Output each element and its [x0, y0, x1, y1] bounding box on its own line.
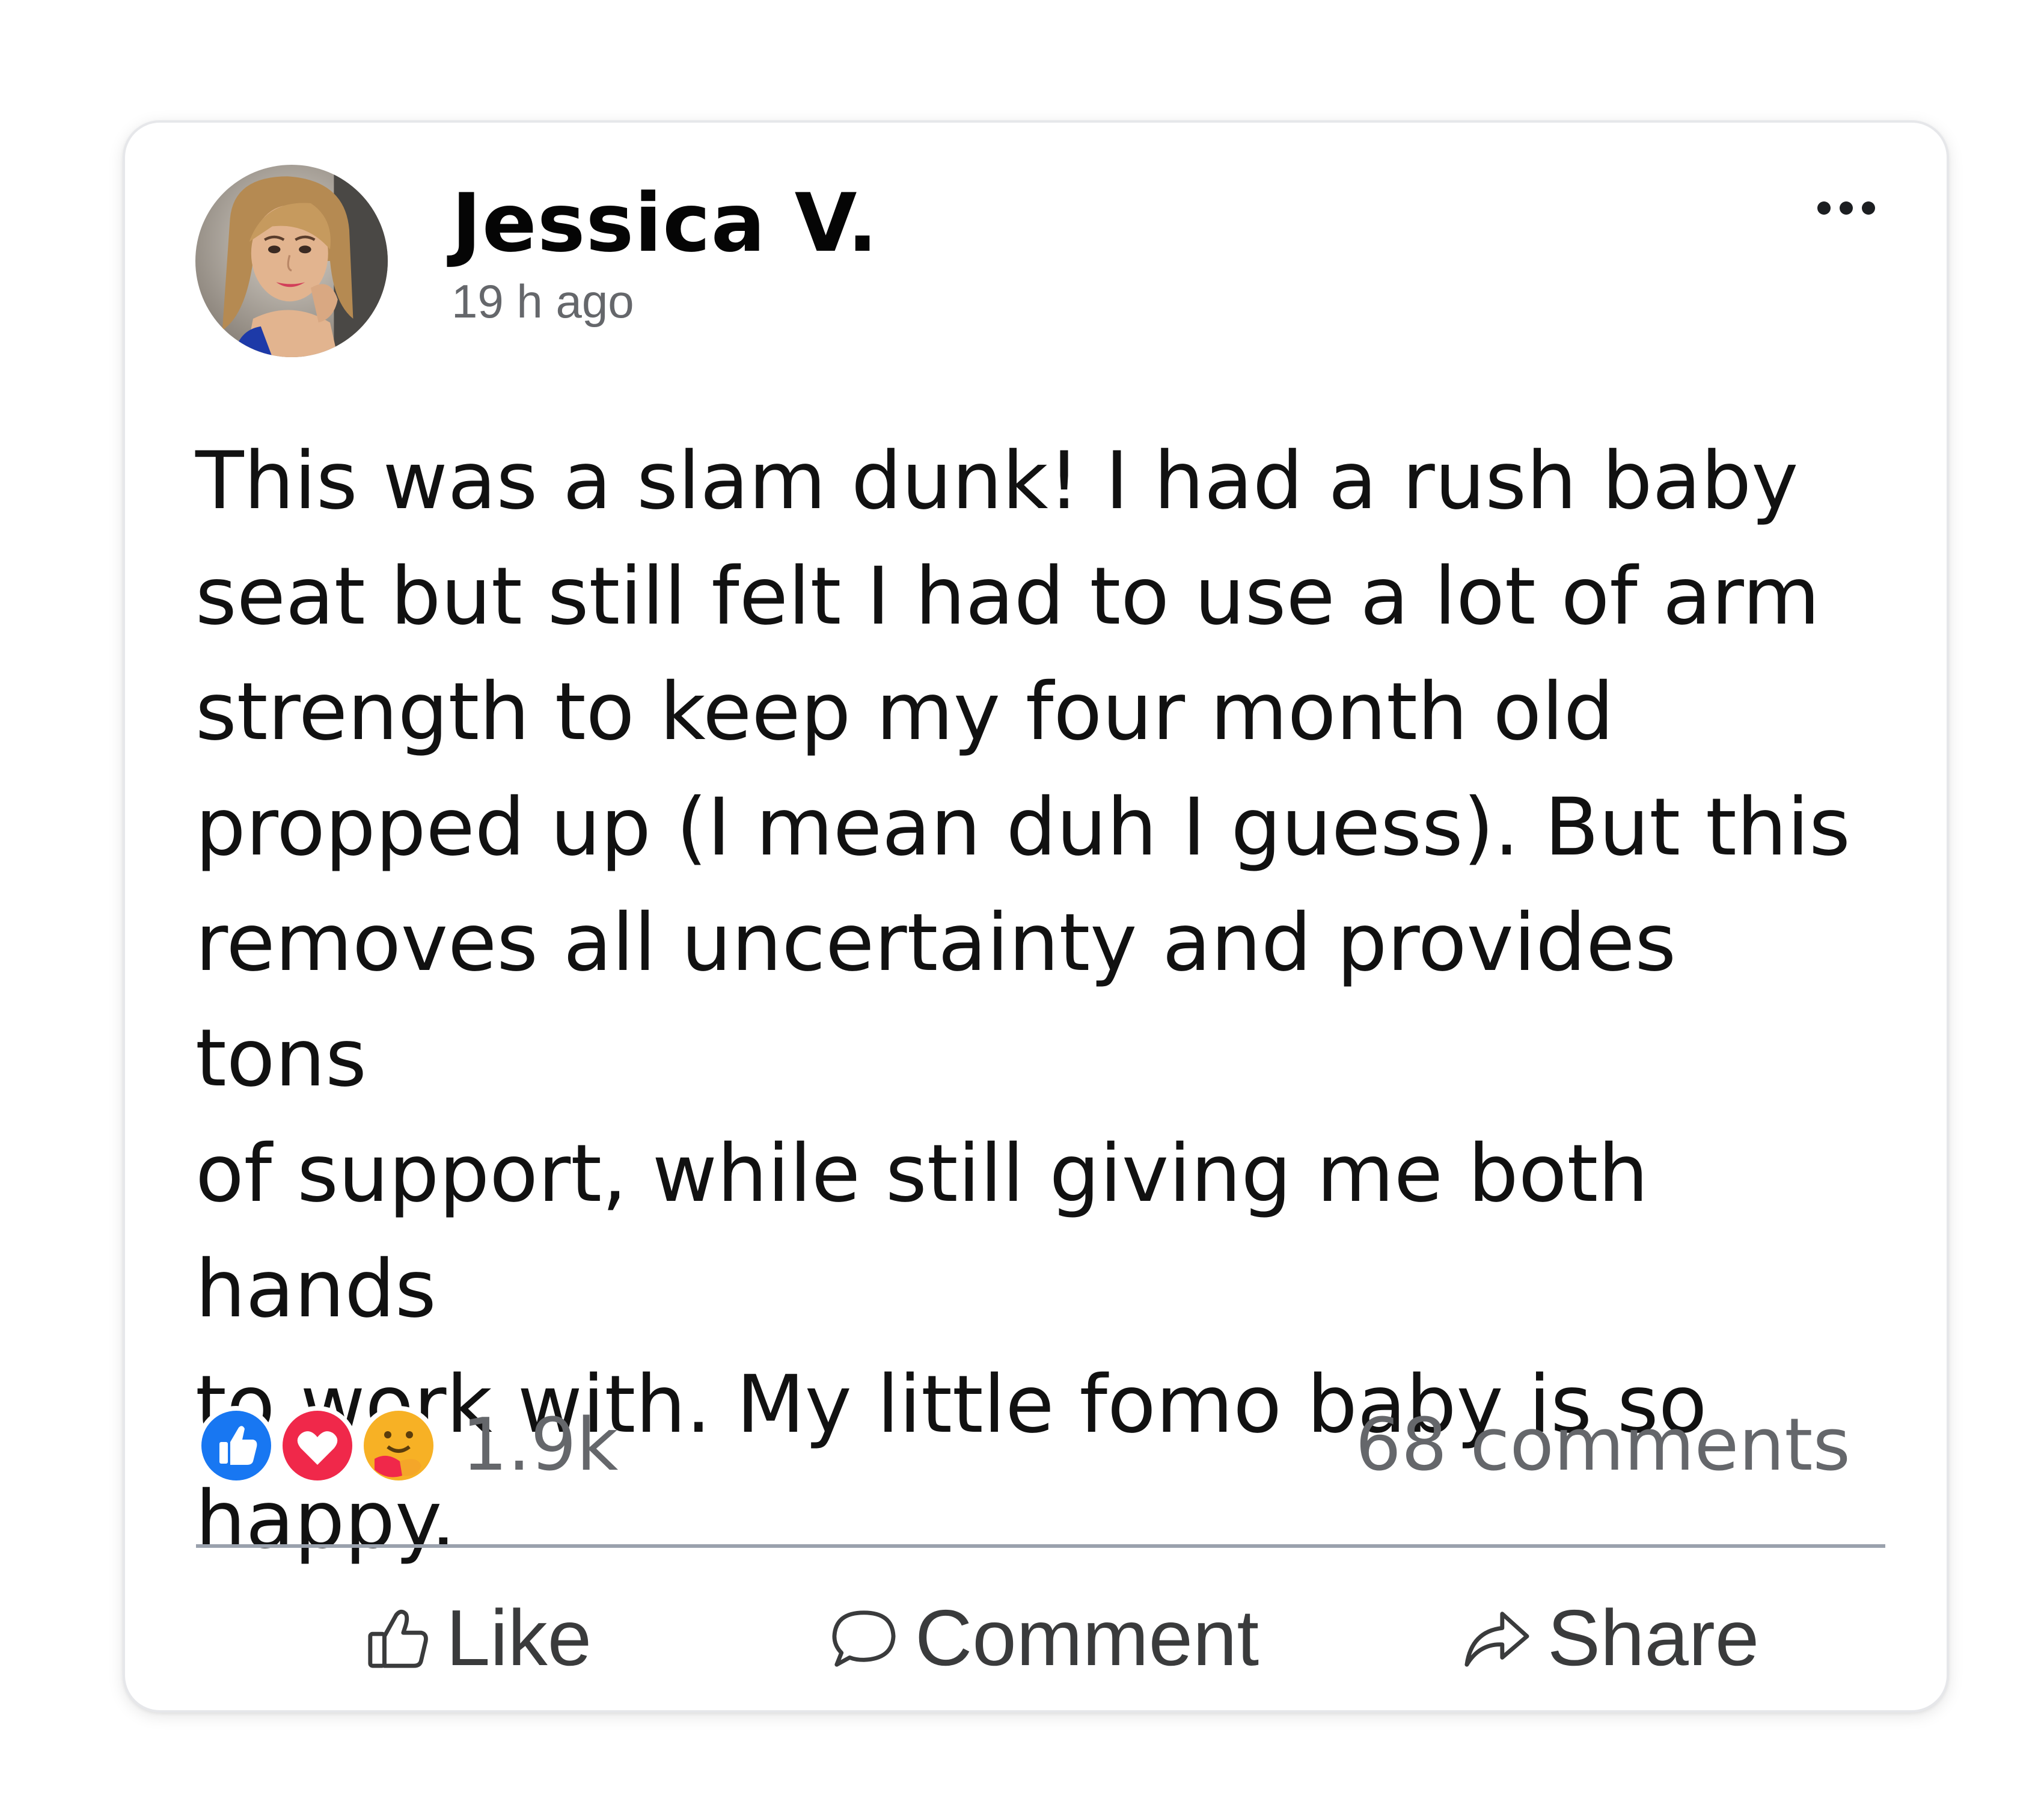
- author-avatar[interactable]: [195, 165, 388, 357]
- like-icon: [197, 1406, 276, 1485]
- post-card: Jessica V. 19 h ago This was a slam dunk…: [123, 120, 1949, 1713]
- post-timestamp[interactable]: 19 h ago: [451, 278, 634, 325]
- comments-count[interactable]: 68 comments: [1356, 1410, 1850, 1482]
- action-divider: [196, 1544, 1885, 1548]
- share-arrow-icon: [1461, 1606, 1532, 1671]
- like-button[interactable]: Like: [366, 1578, 592, 1698]
- avatar-photo-icon: [195, 165, 388, 357]
- more-dots-icon: [1817, 201, 1875, 215]
- more-options-button[interactable]: [1813, 196, 1879, 220]
- comment-button[interactable]: Comment: [828, 1578, 1259, 1698]
- care-icon: [359, 1406, 438, 1485]
- share-button[interactable]: Share: [1461, 1578, 1759, 1698]
- share-label: Share: [1547, 1594, 1760, 1682]
- reaction-icons[interactable]: [194, 1404, 447, 1488]
- love-icon: [278, 1406, 357, 1485]
- comment-label: Comment: [915, 1594, 1259, 1682]
- comment-bubble-icon: [828, 1606, 899, 1671]
- like-label: Like: [446, 1594, 592, 1682]
- thumbs-up-icon: [366, 1606, 430, 1671]
- author-name[interactable]: Jessica V.: [451, 183, 878, 263]
- reaction-count[interactable]: 1.9k: [462, 1410, 618, 1482]
